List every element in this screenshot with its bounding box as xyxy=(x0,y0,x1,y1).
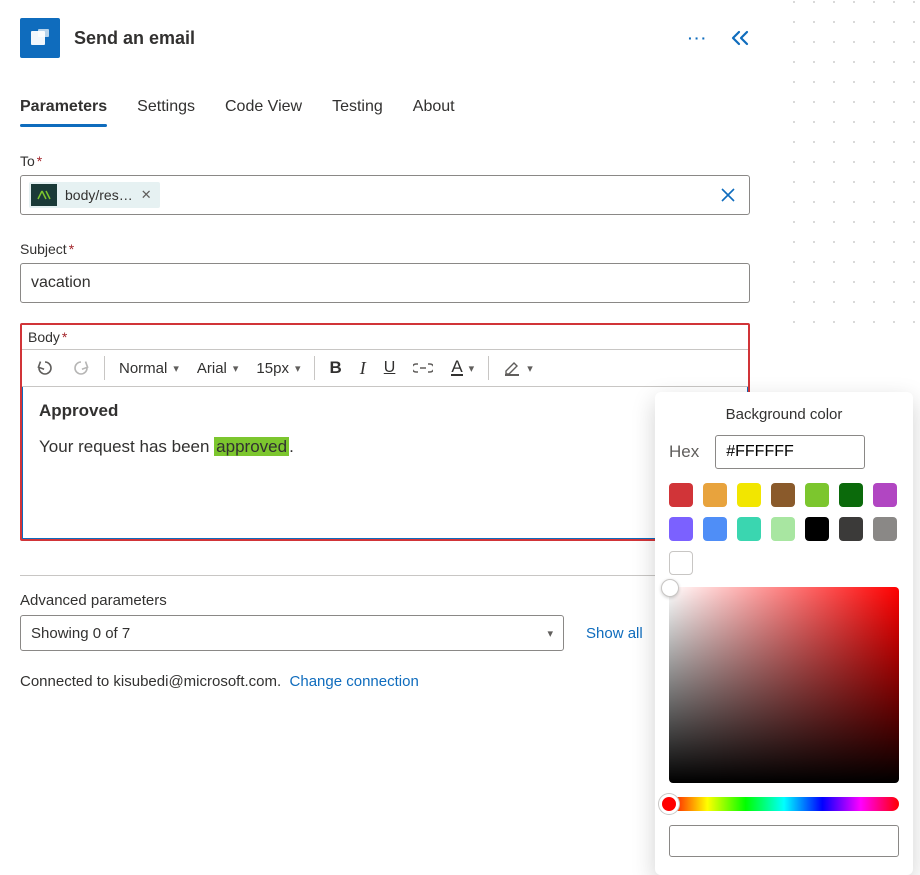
custom-color-input[interactable] xyxy=(669,825,899,857)
tab-parameters[interactable]: Parameters xyxy=(20,92,107,126)
chevron-down-icon: ▾ xyxy=(547,627,553,640)
token-remove-icon[interactable]: ✕ xyxy=(141,187,152,203)
color-swatch[interactable] xyxy=(805,517,829,541)
bold-button[interactable]: B xyxy=(321,350,349,386)
to-input[interactable]: body/res… ✕ xyxy=(20,175,750,215)
hue-thumb[interactable] xyxy=(659,794,679,814)
tab-bar: Parameters Settings Code View Testing Ab… xyxy=(20,92,750,127)
token-fx-icon xyxy=(31,184,57,206)
hex-label: Hex xyxy=(669,442,699,462)
hue-slider[interactable] xyxy=(669,797,899,811)
subject-label: Subject* xyxy=(20,241,750,257)
body-text: Your request has been approved. xyxy=(39,437,731,457)
color-swatches xyxy=(669,483,899,541)
tab-code-view[interactable]: Code View xyxy=(225,92,302,126)
color-swatch-none[interactable] xyxy=(669,551,693,575)
color-swatch[interactable] xyxy=(703,517,727,541)
color-swatch[interactable] xyxy=(737,517,761,541)
color-swatch[interactable] xyxy=(771,517,795,541)
chevron-down-icon: ▾ xyxy=(527,362,533,375)
toolbar-separator xyxy=(314,356,315,380)
required-marker: * xyxy=(69,241,74,257)
outlook-icon xyxy=(20,18,60,58)
field-to: To* body/res… ✕ xyxy=(20,153,750,215)
body-heading: Approved xyxy=(39,401,731,421)
chevron-down-icon: ▾ xyxy=(295,362,301,375)
color-swatch[interactable] xyxy=(805,483,829,507)
undo-button[interactable] xyxy=(28,350,62,386)
chevron-down-icon: ▾ xyxy=(173,362,179,375)
link-button[interactable] xyxy=(405,350,441,386)
font-color-button[interactable]: A▾ xyxy=(443,350,482,386)
saturation-picker[interactable] xyxy=(669,587,899,783)
collapse-icon[interactable] xyxy=(730,30,750,46)
color-swatch[interactable] xyxy=(669,517,693,541)
clear-input-icon[interactable] xyxy=(715,186,741,204)
advanced-select[interactable]: Showing 0 of 7 ▾ xyxy=(20,615,564,651)
chevron-down-icon: ▾ xyxy=(233,362,239,375)
panel-header: Send an email ··· xyxy=(20,18,750,58)
size-select[interactable]: 15px▾ xyxy=(248,350,308,386)
to-label: To* xyxy=(20,153,750,169)
font-select[interactable]: Arial▾ xyxy=(189,350,247,386)
chevron-down-icon: ▾ xyxy=(469,362,475,375)
highlight-color-button[interactable]: ▾ xyxy=(495,350,541,386)
tab-about[interactable]: About xyxy=(413,92,455,126)
field-subject: Subject* xyxy=(20,241,750,303)
redo-button[interactable] xyxy=(64,350,98,386)
color-swatch[interactable] xyxy=(839,483,863,507)
advanced-label: Advanced parameters xyxy=(20,592,750,609)
required-marker: * xyxy=(37,153,42,169)
color-swatch[interactable] xyxy=(873,517,897,541)
style-select[interactable]: Normal▾ xyxy=(111,350,187,386)
subject-input[interactable] xyxy=(20,263,750,303)
change-connection-link[interactable]: Change connection xyxy=(290,673,419,690)
to-token[interactable]: body/res… ✕ xyxy=(29,182,160,208)
canvas-dot-grid xyxy=(780,0,920,330)
field-body: Body* Normal▾ Arial▾ 15px▾ B I U A▾ xyxy=(20,323,750,541)
show-all-link[interactable]: Show all xyxy=(586,625,643,642)
more-icon[interactable]: ··· xyxy=(688,30,708,46)
tab-settings[interactable]: Settings xyxy=(137,92,195,126)
connection-info: Connected to kisubedi@microsoft.com. Cha… xyxy=(20,673,750,690)
tab-testing[interactable]: Testing xyxy=(332,92,383,126)
toolbar-separator xyxy=(104,356,105,380)
color-popover: Background color Hex xyxy=(655,392,913,875)
italic-button[interactable]: I xyxy=(352,350,374,386)
toolbar-separator xyxy=(488,356,489,380)
advanced-select-value: Showing 0 of 7 xyxy=(31,625,130,642)
body-editor[interactable]: Approved Your request has been approved. xyxy=(22,387,748,539)
color-swatch[interactable] xyxy=(839,517,863,541)
underline-button[interactable]: U xyxy=(376,350,404,386)
editor-toolbar: Normal▾ Arial▾ 15px▾ B I U A▾ ▾ xyxy=(22,349,748,387)
color-swatch[interactable] xyxy=(737,483,761,507)
panel-title: Send an email xyxy=(74,28,195,49)
required-marker: * xyxy=(62,329,67,345)
popover-title: Background color xyxy=(669,406,899,423)
connection-account: kisubedi@microsoft.com. xyxy=(113,673,281,690)
hex-input[interactable] xyxy=(715,435,865,469)
section-divider xyxy=(20,575,750,576)
body-label: Body* xyxy=(22,325,748,349)
advanced-row: Showing 0 of 7 ▾ Show all xyxy=(20,615,750,651)
color-swatch[interactable] xyxy=(669,483,693,507)
highlighted-text: approved xyxy=(214,437,289,456)
saturation-thumb[interactable] xyxy=(661,579,679,597)
token-label: body/res… xyxy=(65,187,133,203)
color-swatch[interactable] xyxy=(873,483,897,507)
color-swatch[interactable] xyxy=(771,483,795,507)
color-swatch[interactable] xyxy=(703,483,727,507)
